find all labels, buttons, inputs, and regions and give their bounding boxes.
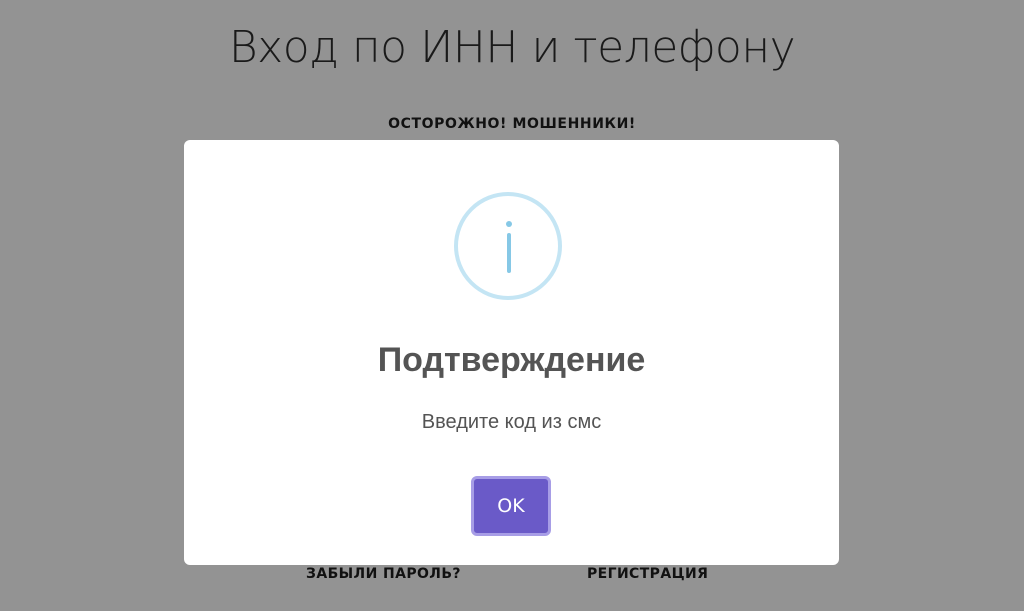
fraud-warning-link[interactable]: ОСТОРОЖНО! МОШЕННИКИ! xyxy=(0,116,1024,132)
confirmation-dialog: Подтверждение Введите код из смс OK xyxy=(184,140,839,565)
info-icon-bar xyxy=(507,233,511,273)
registration-link[interactable]: РЕГИСТРАЦИЯ xyxy=(587,566,708,582)
dialog-title: Подтверждение xyxy=(377,341,646,379)
dialog-message: Введите код из смс xyxy=(421,411,602,433)
ok-button[interactable]: OK xyxy=(471,476,551,536)
page-title: Вход по ИНН и телефону xyxy=(228,22,796,73)
forgot-password-link[interactable]: ЗАБЫЛИ ПАРОЛЬ? xyxy=(306,566,461,582)
info-icon xyxy=(454,192,562,300)
info-icon-dot xyxy=(506,221,512,227)
